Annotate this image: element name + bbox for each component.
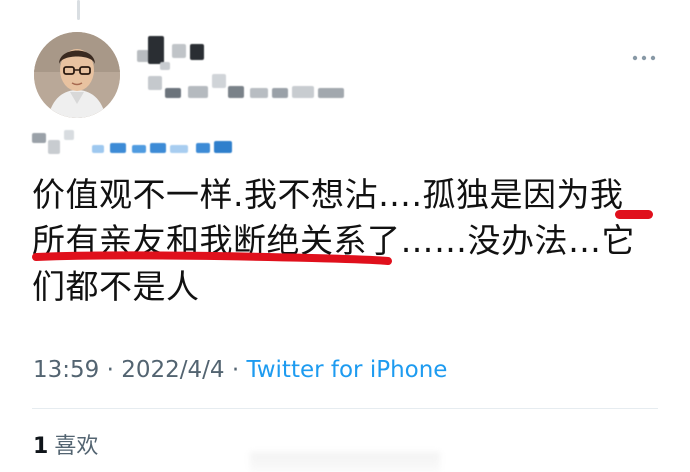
likes-label: 喜欢 <box>54 434 99 459</box>
more-options-button[interactable] <box>630 48 658 68</box>
meta-separator: · <box>224 357 247 383</box>
bottom-blurred-area <box>250 452 440 472</box>
tweet-metadata: 13:59 · 2022/4/4 · Twitter for iPhone <box>33 357 447 383</box>
likes-stat[interactable]: 1 喜欢 <box>33 428 98 460</box>
divider <box>32 408 658 409</box>
likes-count: 1 <box>33 434 49 459</box>
avatar-photo <box>34 32 120 118</box>
tweet-time[interactable]: 13:59 <box>33 357 99 383</box>
tweet-text-line: 价值观不一样.我不想沾….孤独是因为我 <box>32 175 624 214</box>
red-annotation-underline-short <box>615 210 653 219</box>
meta-separator: · <box>99 357 122 383</box>
red-annotation-underline-long <box>32 251 392 265</box>
tweet-date[interactable]: 2022/4/4 <box>121 357 224 383</box>
more-dots-icon <box>632 55 656 61</box>
tweet-body: 价值观不一样.我不想沾….孤独是因为我 所有亲友和我断绝关系了……没办法…它 们… <box>32 172 672 310</box>
tweet-text-line: 们都不是人 <box>32 267 200 306</box>
tweet-detail-view: 价值观不一样.我不想沾….孤独是因为我 所有亲友和我断绝关系了……没办法…它 们… <box>0 0 690 472</box>
tweet-source-link[interactable]: Twitter for iPhone <box>246 357 447 383</box>
avatar[interactable] <box>34 32 120 118</box>
thread-connector-line <box>77 0 80 20</box>
